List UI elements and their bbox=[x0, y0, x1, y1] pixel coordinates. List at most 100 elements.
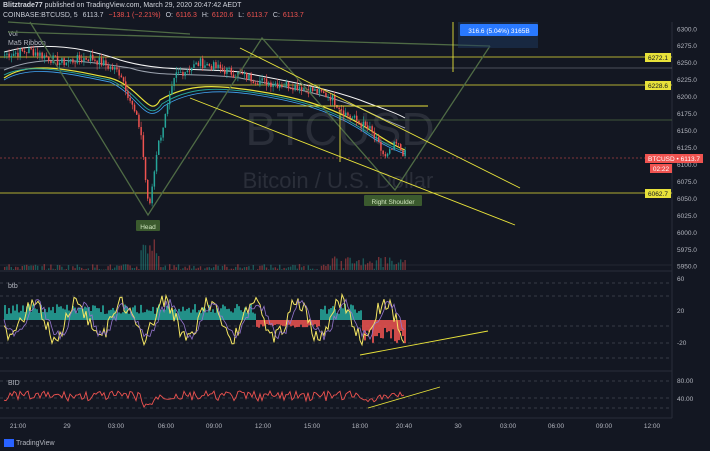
btb-bar bbox=[358, 311, 360, 320]
candle-body bbox=[166, 104, 169, 114]
volume-bar bbox=[261, 265, 263, 270]
candle-body bbox=[182, 71, 184, 76]
btb-bar bbox=[316, 320, 318, 328]
volume-bar bbox=[257, 269, 259, 270]
volume-bar bbox=[23, 265, 26, 270]
candle-body bbox=[340, 109, 343, 111]
candle-body bbox=[347, 112, 349, 116]
volume-bar bbox=[356, 261, 358, 270]
btb-bar bbox=[224, 306, 226, 320]
candle-body bbox=[351, 117, 354, 119]
volume-bar bbox=[389, 257, 391, 270]
candle-body bbox=[380, 142, 382, 151]
candle-body bbox=[323, 91, 325, 93]
candle-body bbox=[65, 62, 68, 66]
candle-body bbox=[384, 154, 387, 157]
volume-bar bbox=[120, 265, 122, 270]
volume-bar bbox=[281, 269, 283, 270]
btb-bar bbox=[188, 307, 190, 320]
candle-body bbox=[349, 115, 351, 118]
volume-bar bbox=[81, 267, 83, 270]
btb-bar bbox=[206, 312, 208, 320]
candle-body bbox=[169, 94, 171, 105]
btb-bar bbox=[210, 311, 212, 320]
volume-bar bbox=[149, 245, 151, 270]
volume-bar bbox=[347, 257, 349, 270]
candle-body bbox=[274, 83, 277, 86]
candle-body bbox=[118, 69, 120, 76]
candle-body bbox=[292, 88, 294, 91]
marker-6272: 6272.1 bbox=[648, 55, 668, 62]
btb-bar bbox=[118, 312, 120, 320]
volume-bar bbox=[61, 266, 63, 270]
candle-body bbox=[6, 53, 8, 55]
volume-bar bbox=[72, 266, 74, 270]
candle-body bbox=[221, 68, 224, 70]
candle-body bbox=[219, 64, 222, 69]
time-tick-label: 12:00 bbox=[644, 423, 661, 430]
btb-bar bbox=[52, 306, 54, 320]
candle-body bbox=[210, 65, 213, 71]
time-axis[interactable]: 21:00 29 03:00 06:00 09:00 12:00 15:00 18:00 20:… bbox=[10, 423, 661, 430]
volume-bar bbox=[177, 264, 180, 270]
btb-bar bbox=[152, 306, 154, 320]
btb-bar bbox=[382, 320, 384, 339]
btb-bar bbox=[66, 304, 68, 320]
candle-body bbox=[228, 67, 230, 69]
candle-body bbox=[48, 57, 50, 61]
volume-bar bbox=[386, 263, 389, 270]
candle-body bbox=[17, 52, 19, 57]
candle-body bbox=[149, 198, 151, 204]
volume-bar bbox=[78, 266, 81, 270]
volume-bar bbox=[94, 267, 96, 270]
volume-bar bbox=[59, 265, 61, 270]
volume-bar bbox=[116, 265, 118, 270]
volume-bar bbox=[342, 268, 345, 270]
volume-bar bbox=[133, 267, 136, 270]
svg-text:40.00: 40.00 bbox=[677, 396, 694, 403]
candle-body bbox=[373, 131, 376, 138]
btb-bar bbox=[102, 305, 104, 320]
volume-bars bbox=[4, 239, 406, 270]
candle-body bbox=[270, 82, 272, 87]
btb-bar bbox=[58, 306, 60, 320]
btb-bar bbox=[34, 308, 36, 320]
volume-bar bbox=[360, 265, 362, 270]
candle-body bbox=[30, 48, 32, 50]
candle-body bbox=[173, 77, 175, 87]
tradingview-logo[interactable]: TradingView bbox=[4, 439, 55, 447]
btb-bar bbox=[60, 306, 62, 320]
volume-bar bbox=[193, 265, 195, 270]
candle-body bbox=[400, 144, 402, 151]
candle-body bbox=[371, 126, 373, 132]
volume-bar bbox=[19, 269, 21, 270]
volume-bar bbox=[147, 253, 149, 270]
chart-canvas[interactable]: BTCUSD Bitcoin / U.S. Dollar Vol Ma5 Rib… bbox=[0, 0, 710, 437]
marker-6062: 6062.7 bbox=[648, 191, 668, 198]
volume-bar bbox=[268, 269, 270, 270]
volume-bar bbox=[221, 265, 224, 270]
volume-bar bbox=[294, 265, 296, 270]
svg-text:80.00: 80.00 bbox=[677, 378, 694, 385]
measure-tool[interactable]: 316.6 (5.04%) 3165B bbox=[458, 22, 538, 48]
volume-bar bbox=[395, 263, 397, 270]
candle-body bbox=[131, 100, 134, 105]
candle-body bbox=[329, 97, 332, 101]
btb-legend: btb bbox=[8, 283, 18, 290]
volume-bar bbox=[191, 268, 193, 270]
candle-body bbox=[10, 55, 13, 58]
btb-bar bbox=[354, 309, 356, 320]
candle-body bbox=[294, 84, 296, 91]
price-axis[interactable]: 6300.0 6275.0 6250.0 6225.0 6200.0 6175.0 6150… bbox=[677, 26, 697, 270]
price-tick-label: 6050.0 bbox=[677, 196, 697, 203]
key-levels bbox=[0, 56, 672, 266]
volume-bar bbox=[138, 269, 140, 270]
volume-bar bbox=[87, 268, 89, 270]
candle-body bbox=[100, 57, 103, 66]
candle-body bbox=[188, 70, 191, 72]
ma-legend[interactable]: Ma5 Ribbon bbox=[8, 40, 46, 47]
candle-body bbox=[153, 171, 156, 187]
candle-body bbox=[367, 125, 369, 129]
volume-bar bbox=[6, 266, 8, 270]
marker-countdown: 02:22 bbox=[653, 166, 670, 173]
